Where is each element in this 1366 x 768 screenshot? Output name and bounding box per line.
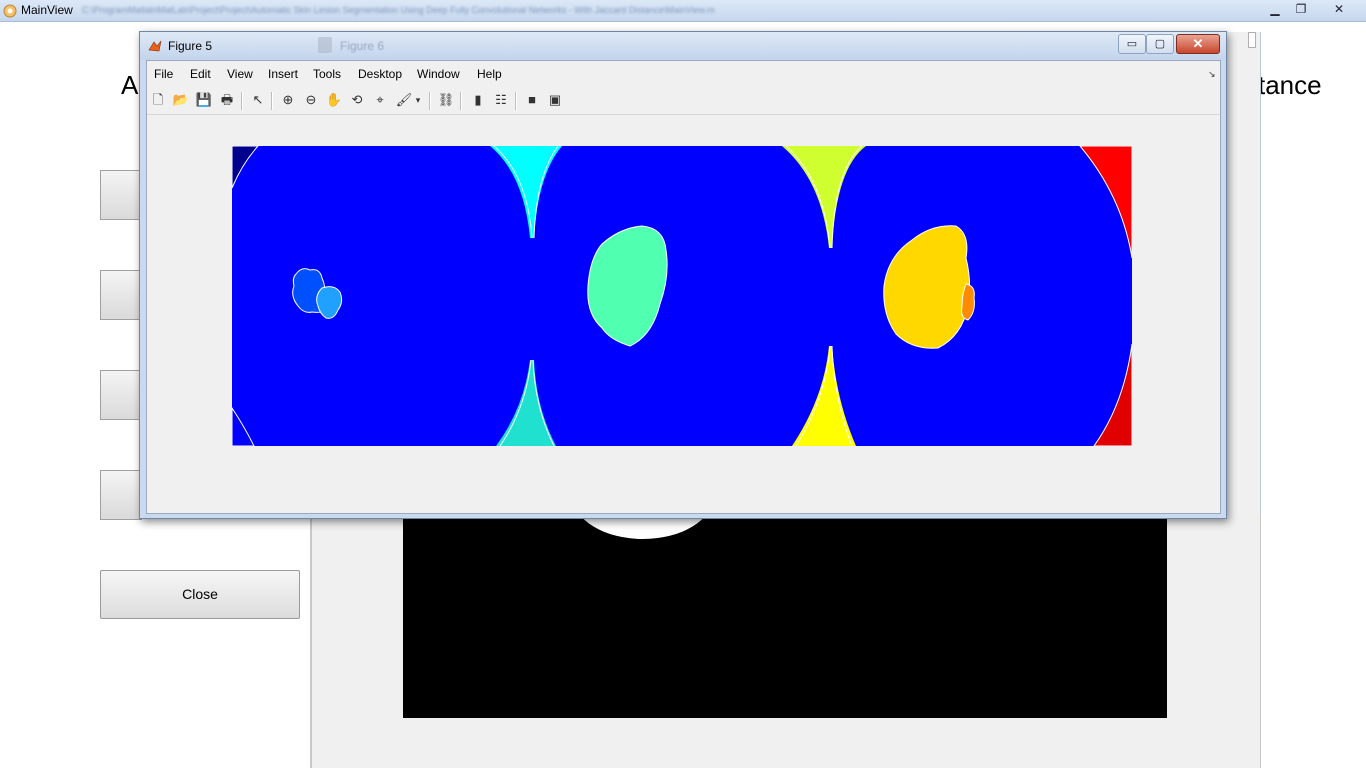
figure5-close-button[interactable]: ✕ bbox=[1176, 34, 1220, 54]
edit-plot-icon[interactable]: ↖ bbox=[249, 91, 267, 109]
figure5-title: Figure 5 bbox=[168, 39, 213, 53]
close-button[interactable]: Close bbox=[100, 570, 300, 619]
brush-dropdown-icon[interactable]: ▾ bbox=[413, 91, 423, 109]
menu-view[interactable]: View bbox=[227, 67, 253, 81]
gui-button-4[interactable] bbox=[100, 470, 142, 520]
figure6-ghost-icon bbox=[318, 37, 332, 53]
main-window-path: C:\ProgramMatlab\MatLab\Project\Project\… bbox=[82, 5, 715, 15]
result-axes bbox=[403, 514, 1167, 718]
print-figure-icon[interactable]: 🖶 bbox=[218, 91, 236, 109]
gui-heading-left: A bbox=[121, 70, 139, 100]
new-figure-icon[interactable]: 🗋 bbox=[149, 91, 167, 109]
figure5-minimize-button[interactable]: ▭ bbox=[1118, 34, 1146, 54]
figure5-window[interactable]: Figure 5 Figure 6 ▭ ▢ ✕ File Edit View I… bbox=[139, 31, 1227, 519]
main-close-button[interactable]: ✕ bbox=[1326, 1, 1352, 17]
toolbar-separator bbox=[241, 92, 243, 110]
toolbar-separator bbox=[429, 92, 431, 110]
insert-legend-icon[interactable]: ☷ bbox=[492, 91, 510, 109]
main-minimize-button[interactable]: ▁ bbox=[1262, 1, 1288, 17]
link-plot-icon[interactable]: ⛓ bbox=[437, 91, 455, 109]
toolbar-separator bbox=[460, 92, 462, 110]
menu-tools[interactable]: Tools bbox=[313, 67, 341, 81]
toolbar-separator bbox=[515, 92, 517, 110]
menu-window[interactable]: Window bbox=[417, 67, 460, 81]
zoom-in-icon[interactable]: ⊕ bbox=[279, 91, 297, 109]
hide-plot-tools-icon[interactable]: ■ bbox=[523, 91, 541, 109]
main-maximize-button[interactable]: ❐ bbox=[1288, 1, 1314, 17]
insert-colorbar-icon[interactable]: ▮ bbox=[469, 91, 487, 109]
segmentation-image[interactable] bbox=[232, 146, 1132, 446]
figure-menubar: File Edit View Insert Tools Desktop Wind… bbox=[147, 61, 1220, 88]
pan-icon[interactable]: ✋ bbox=[325, 91, 343, 109]
menu-help[interactable]: Help bbox=[477, 67, 502, 81]
zoom-out-icon[interactable]: ⊖ bbox=[302, 91, 320, 109]
gui-button-1[interactable] bbox=[100, 170, 142, 220]
data-cursor-icon[interactable]: ⌖ bbox=[371, 91, 389, 109]
brush-icon[interactable]: 🖌 bbox=[395, 91, 413, 109]
main-window-title: MainView bbox=[21, 3, 73, 17]
save-figure-icon[interactable]: 💾 bbox=[195, 91, 213, 109]
gui-heading-right: tance bbox=[1258, 70, 1322, 100]
figure6-edge-button[interactable] bbox=[1248, 32, 1256, 48]
gui-button-3[interactable] bbox=[100, 370, 142, 420]
menu-insert[interactable]: Insert bbox=[268, 67, 298, 81]
menu-desktop[interactable]: Desktop bbox=[358, 67, 402, 81]
figure5-titlebar[interactable]: Figure 5 Figure 6 ▭ ▢ ✕ bbox=[140, 32, 1226, 60]
toolbar-separator bbox=[271, 92, 273, 110]
menu-file[interactable]: File bbox=[154, 67, 173, 81]
main-window-titlebar: MainView C:\ProgramMatlab\MatLab\Project… bbox=[0, 0, 1366, 22]
label-background bbox=[232, 146, 1132, 446]
figure5-client-area: File Edit View Insert Tools Desktop Wind… bbox=[146, 60, 1221, 514]
matlab-icon bbox=[148, 40, 162, 52]
show-plot-tools-icon[interactable]: ▣ bbox=[546, 91, 564, 109]
figure5-maximize-button[interactable]: ▢ bbox=[1146, 34, 1174, 54]
rotate-3d-icon[interactable]: ⟲ bbox=[348, 91, 366, 109]
figure6-ghost-title: Figure 6 bbox=[340, 39, 385, 53]
figure-toolbar: 🗋 📂 💾 🖶 ↖ ⊕ ⊖ ✋ ⟲ ⌖ 🖌 ▾ ⛓ ▮ ☷ ■ ▣ bbox=[147, 88, 1220, 115]
app-icon bbox=[3, 4, 17, 18]
open-file-icon[interactable]: 📂 bbox=[172, 91, 190, 109]
figure6-window-edge bbox=[1224, 32, 1261, 514]
gui-button-2[interactable] bbox=[100, 270, 142, 320]
dock-arrow-icon[interactable]: ↘ bbox=[1208, 69, 1216, 80]
menu-edit[interactable]: Edit bbox=[190, 67, 211, 81]
